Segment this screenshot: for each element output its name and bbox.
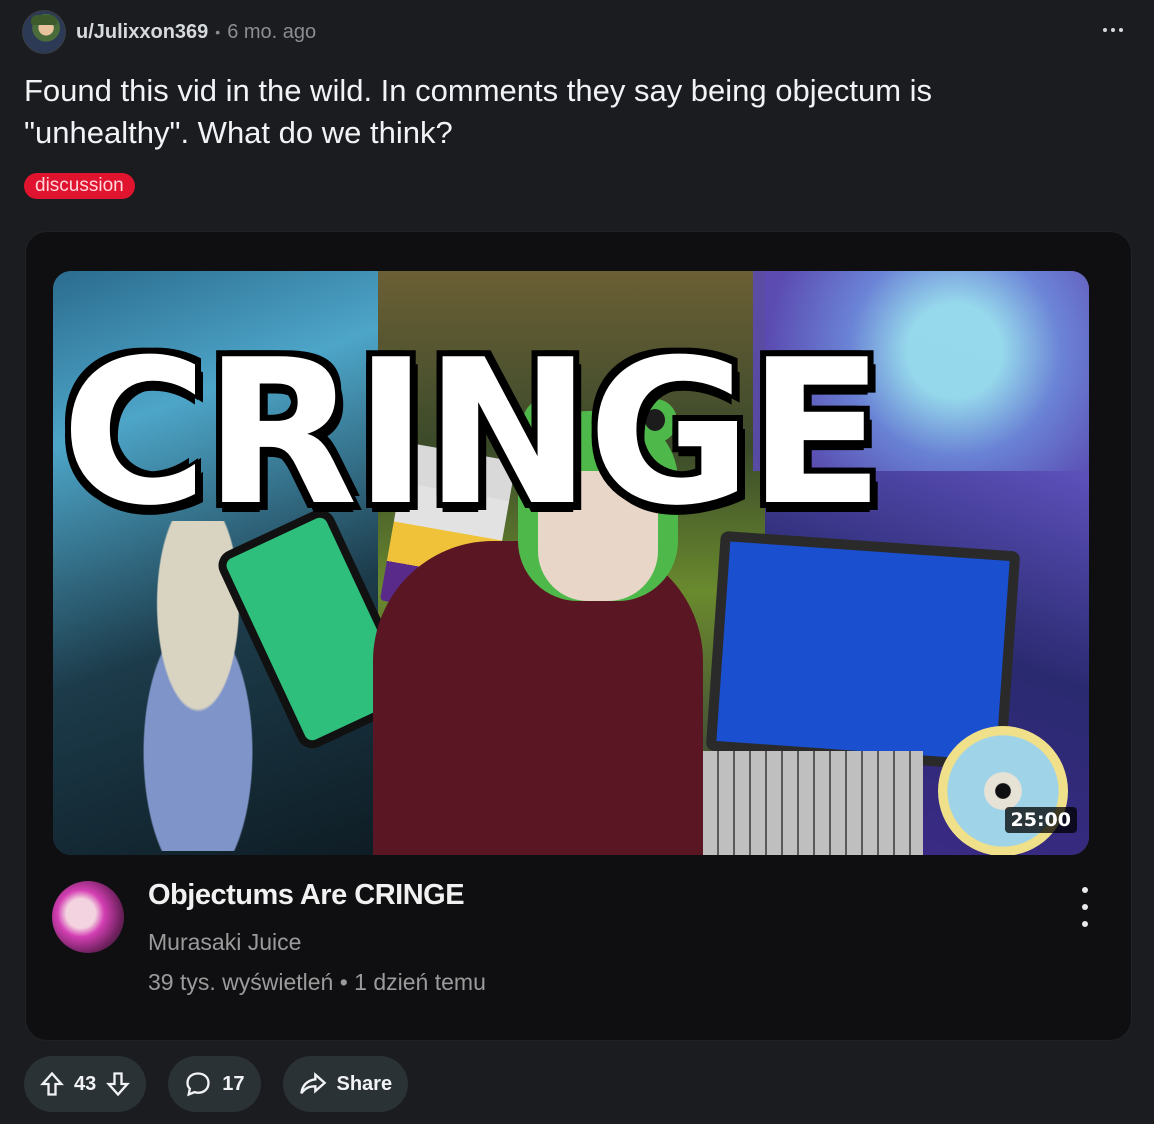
video-info: Objectums Are CRINGE Murasaki Juice 39 t… — [52, 879, 1092, 1019]
video-embed[interactable]: CRINGE 25:00 Objectums Are CRINGE Murasa… — [25, 231, 1132, 1041]
downvote-icon[interactable] — [104, 1070, 132, 1098]
vote-pill: 43 — [24, 1056, 147, 1112]
comment-count: 17 — [222, 1072, 245, 1095]
share-button[interactable]: Share — [282, 1056, 409, 1112]
separator-dot: • — [215, 24, 221, 40]
comment-icon — [186, 1072, 210, 1097]
share-icon — [299, 1072, 326, 1095]
video-more-icon[interactable] — [1078, 887, 1092, 927]
share-label: Share — [336, 1072, 393, 1095]
video-thumbnail[interactable]: CRINGE 25:00 — [53, 271, 1089, 855]
channel-avatar[interactable] — [52, 881, 124, 953]
more-options-icon[interactable] — [1098, 18, 1128, 42]
thumbnail-title-text: CRINGE — [58, 317, 887, 550]
comments-button[interactable]: 17 — [168, 1056, 261, 1112]
flair-badge[interactable]: discussion — [24, 173, 135, 199]
upvote-icon[interactable] — [38, 1070, 66, 1098]
action-bar: 43 17 Share — [24, 1056, 409, 1112]
keyboard-image — [703, 751, 923, 855]
avatar[interactable] — [22, 10, 66, 54]
vote-count: 43 — [74, 1072, 97, 1095]
video-meta: 39 tys. wyświetleń • 1 dzień temu — [148, 969, 486, 995]
post-time: 6 mo. ago — [227, 20, 317, 43]
post-card: u/Julixxon369 • 6 mo. ago Found this vid… — [0, 0, 1154, 1124]
video-title[interactable]: Objectums Are CRINGE — [148, 879, 465, 912]
channel-name[interactable]: Murasaki Juice — [148, 929, 301, 956]
cd-image — [938, 726, 1068, 855]
post-title[interactable]: Found this vid in the wild. In comments … — [24, 70, 1124, 154]
video-duration: 25:00 — [1004, 807, 1077, 833]
post-header: u/Julixxon369 • 6 mo. ago — [22, 10, 316, 54]
username[interactable]: u/Julixxon369 — [76, 21, 208, 44]
